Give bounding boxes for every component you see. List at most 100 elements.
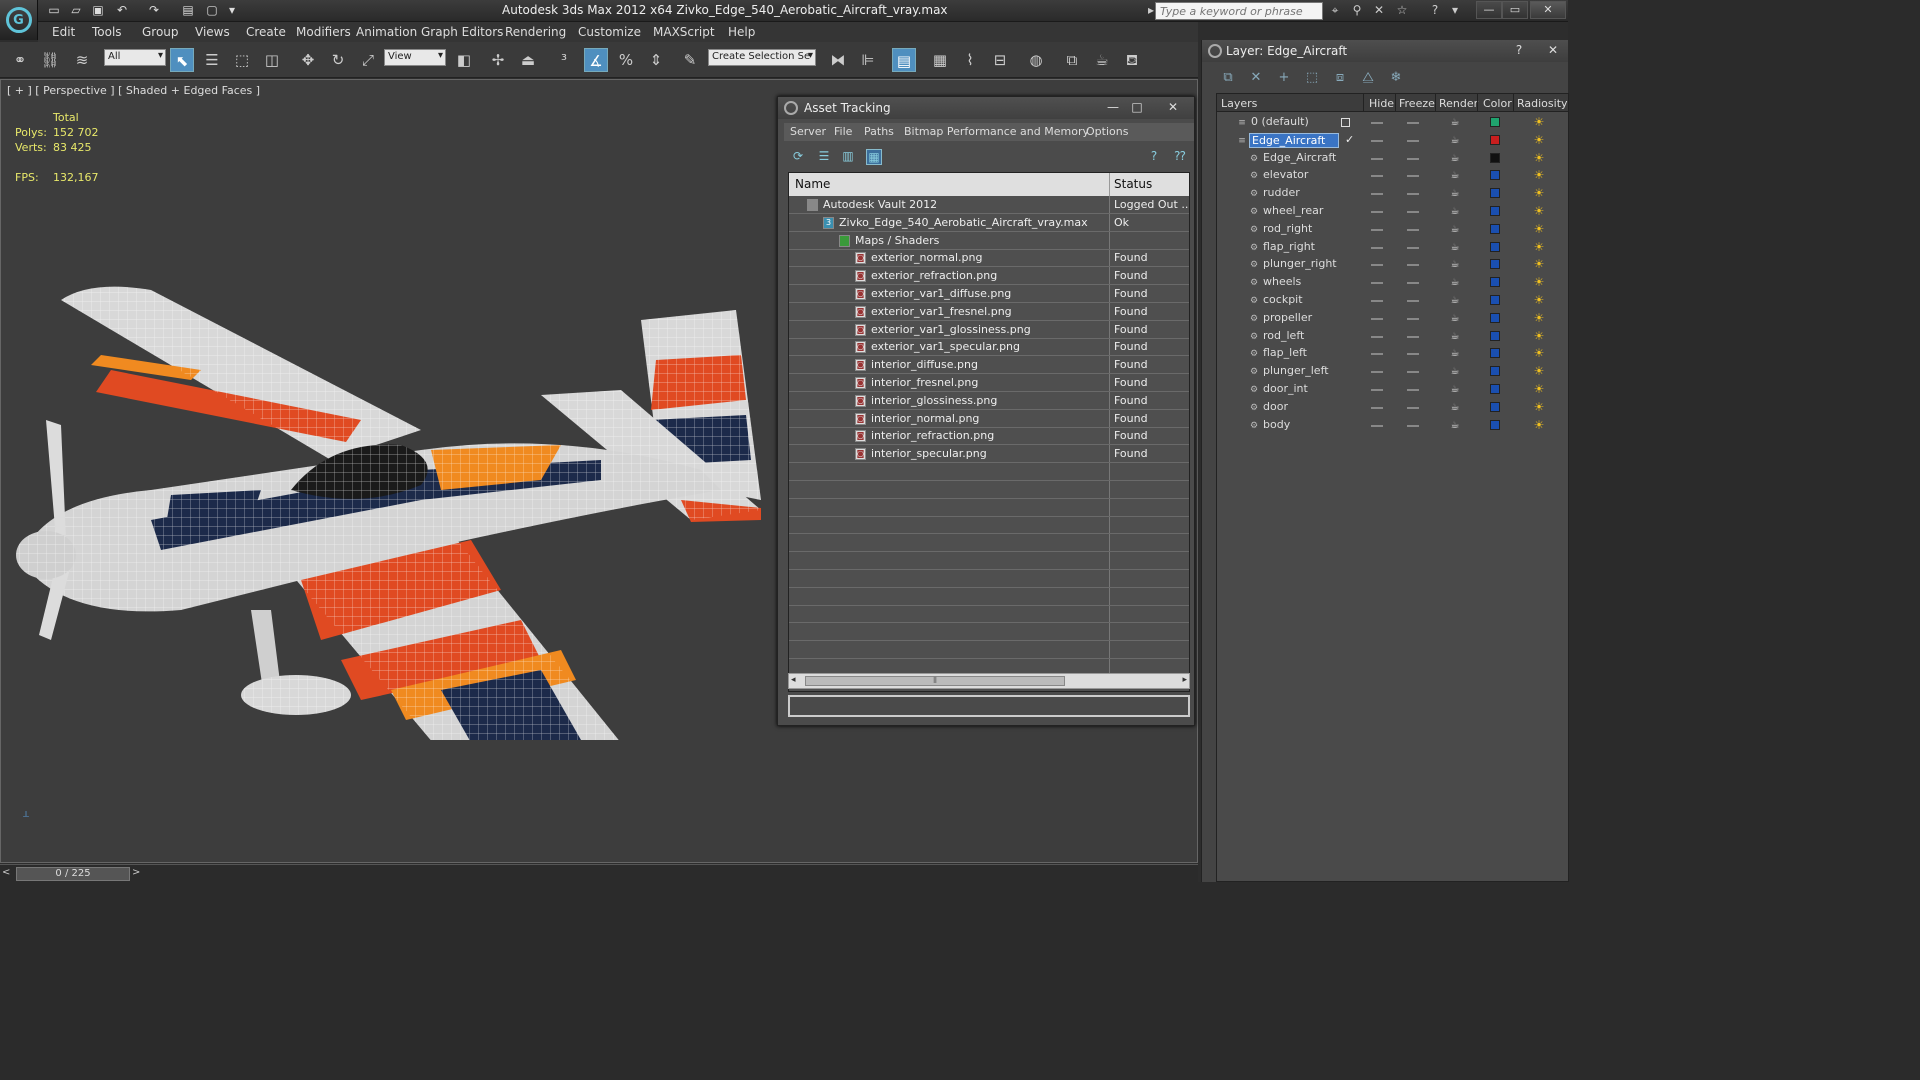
color-swatch[interactable] [1490, 366, 1500, 377]
radiosity-icon[interactable]: ☀ [1531, 329, 1547, 343]
menu-customize[interactable]: Customize [578, 25, 641, 39]
hide-toggle[interactable] [1371, 139, 1383, 142]
layer-close-button[interactable]: ✕ [1542, 42, 1564, 58]
freeze-toggle[interactable] [1407, 193, 1419, 196]
layer-name[interactable]: rod_left [1261, 329, 1306, 342]
radiosity-icon[interactable]: ☀ [1531, 240, 1547, 254]
layer-name[interactable]: flap_right [1261, 240, 1317, 253]
rendered-frame-window-icon[interactable]: ☕ [1090, 48, 1114, 72]
selection-filter-dropdown[interactable]: All [104, 49, 166, 66]
asset-maximize-button[interactable]: □ [1126, 99, 1148, 115]
layer-row[interactable]: ⚙ body ☕ ☀ [1217, 417, 1568, 435]
radiosity-icon[interactable]: ☀ [1531, 382, 1547, 396]
radiosity-icon[interactable]: ☀ [1531, 418, 1547, 432]
color-swatch[interactable] [1490, 188, 1500, 199]
pivot-center-icon[interactable]: ◧ [452, 48, 476, 72]
asset-context-help-icon[interactable]: ⁇ [1172, 149, 1188, 165]
layer-row[interactable]: ⚙ door ☕ ☀ [1217, 399, 1568, 417]
radiosity-icon[interactable]: ☀ [1531, 222, 1547, 236]
radiosity-icon[interactable]: ☀ [1531, 364, 1547, 378]
hide-toggle[interactable] [1371, 228, 1383, 231]
render-teapot-icon[interactable]: ☕ [1449, 348, 1461, 359]
scroll-right-icon[interactable]: ▸ [1182, 675, 1187, 685]
select-by-name-icon[interactable]: ☰ [200, 48, 224, 72]
layer-row[interactable]: ⚙ wheel_rear ☕ ☀ [1217, 203, 1568, 221]
color-swatch[interactable] [1490, 241, 1500, 252]
menu-animation[interactable]: Animation [356, 25, 417, 39]
hide-toggle[interactable] [1371, 353, 1383, 356]
asset-row[interactable]: 3 Zivko_Edge_540_Aerobatic_Aircraft_vray.… [789, 214, 1189, 232]
menu-views[interactable]: Views [195, 25, 230, 39]
radiosity-icon[interactable]: ☀ [1531, 275, 1547, 289]
layer-col-layers[interactable]: Layers [1221, 97, 1257, 110]
hide-toggle[interactable] [1371, 282, 1383, 285]
layer-name[interactable]: rudder [1261, 186, 1302, 199]
color-swatch[interactable] [1490, 170, 1500, 181]
layer-name[interactable]: wheels [1261, 275, 1303, 288]
edit-named-selection-icon[interactable]: ✎ [678, 48, 702, 72]
search-input[interactable] [1155, 2, 1323, 20]
asset-row[interactable]: Autodesk Vault 2012 Logged Out ... [789, 196, 1189, 214]
color-swatch[interactable] [1490, 134, 1500, 145]
binoculars-icon[interactable]: ⌖ [1326, 3, 1344, 19]
asset-row[interactable]: ◙ exterior_var1_fresnel.png Found [789, 303, 1189, 321]
color-swatch[interactable] [1490, 384, 1500, 394]
select-object-icon[interactable]: ⬉ [170, 48, 194, 72]
freeze-toggle[interactable] [1407, 335, 1419, 338]
render-teapot-icon[interactable]: ☕ [1449, 153, 1461, 164]
menu-create[interactable]: Create [246, 25, 286, 39]
hide-unhide-all-icon[interactable]: ⧋ [1358, 68, 1378, 88]
render-teapot-icon[interactable]: ☕ [1449, 206, 1461, 217]
layer-name[interactable]: elevator [1261, 168, 1310, 181]
render-teapot-icon[interactable]: ☕ [1449, 135, 1461, 146]
create-layer-icon[interactable]: ⧉ [1218, 68, 1238, 88]
asset-row[interactable]: ◙ interior_diffuse.png Found [789, 356, 1189, 375]
subscription-icon[interactable]: ⚲ [1348, 3, 1366, 19]
asset-row[interactable]: ◙ interior_refraction.png Found [789, 427, 1189, 446]
move-icon[interactable]: ✥ [296, 48, 320, 72]
scale-icon[interactable]: ⤢ [356, 48, 380, 72]
color-swatch[interactable] [1490, 223, 1500, 234]
freeze-toggle[interactable] [1407, 157, 1419, 160]
color-swatch[interactable] [1490, 348, 1500, 359]
asset-row[interactable]: Maps / Shaders [789, 232, 1189, 250]
asset-col-status[interactable]: Status [1114, 177, 1152, 191]
freeze-toggle[interactable] [1407, 371, 1419, 374]
asset-menu-bitmap-performance[interactable]: Bitmap Performance and Memory [904, 125, 1089, 138]
time-slider-next-button[interactable]: > [132, 867, 144, 881]
render-setup-icon[interactable]: ⧉ [1060, 48, 1084, 72]
hide-toggle[interactable] [1371, 193, 1383, 196]
asset-help-icon[interactable]: ? [1146, 149, 1162, 165]
add-to-layer-icon[interactable]: + [1274, 68, 1294, 88]
time-slider-prev-button[interactable]: < [2, 867, 14, 881]
hide-toggle[interactable] [1371, 317, 1383, 320]
render-production-icon[interactable]: ⛾ [1120, 48, 1144, 72]
radiosity-icon[interactable]: ☀ [1531, 168, 1547, 182]
quick-access-dropdown-icon[interactable]: ▾ [224, 3, 240, 18]
freeze-toggle[interactable] [1407, 246, 1419, 249]
graphite-ribbon-icon[interactable]: ▦ [928, 48, 952, 72]
hide-toggle[interactable] [1371, 371, 1383, 374]
refresh-icon[interactable]: ⟳ [790, 149, 806, 165]
asset-row[interactable]: ◙ exterior_var1_glossiness.png Found [789, 321, 1189, 339]
reference-coordinate-dropdown[interactable]: View [384, 49, 446, 66]
render-teapot-icon[interactable]: ☕ [1449, 313, 1461, 324]
menu-tools[interactable]: Tools [92, 25, 122, 39]
freeze-toggle[interactable] [1407, 264, 1419, 267]
radiosity-icon[interactable]: ☀ [1531, 115, 1547, 129]
freeze-toggle[interactable] [1407, 228, 1419, 231]
new-file-icon[interactable]: ▭ [46, 3, 62, 18]
hide-toggle[interactable] [1371, 300, 1383, 302]
layer-row[interactable]: ⚙ rod_right ☕ ☀ [1217, 221, 1568, 239]
freeze-toggle[interactable] [1407, 122, 1419, 124]
layer-name[interactable]: 0 (default) [1249, 115, 1311, 128]
asset-row[interactable]: ◙ exterior_var1_diffuse.png Found [789, 285, 1189, 303]
radiosity-icon[interactable]: ☀ [1531, 346, 1547, 360]
percent-snap-icon[interactable]: % [614, 48, 638, 72]
hide-toggle[interactable] [1371, 389, 1383, 391]
layer-name[interactable]: door_int [1261, 382, 1310, 395]
freeze-toggle[interactable] [1407, 406, 1419, 409]
freeze-toggle[interactable] [1407, 175, 1419, 178]
delete-layer-icon[interactable]: ✕ [1246, 68, 1266, 88]
layer-name[interactable]: propeller [1261, 311, 1314, 324]
